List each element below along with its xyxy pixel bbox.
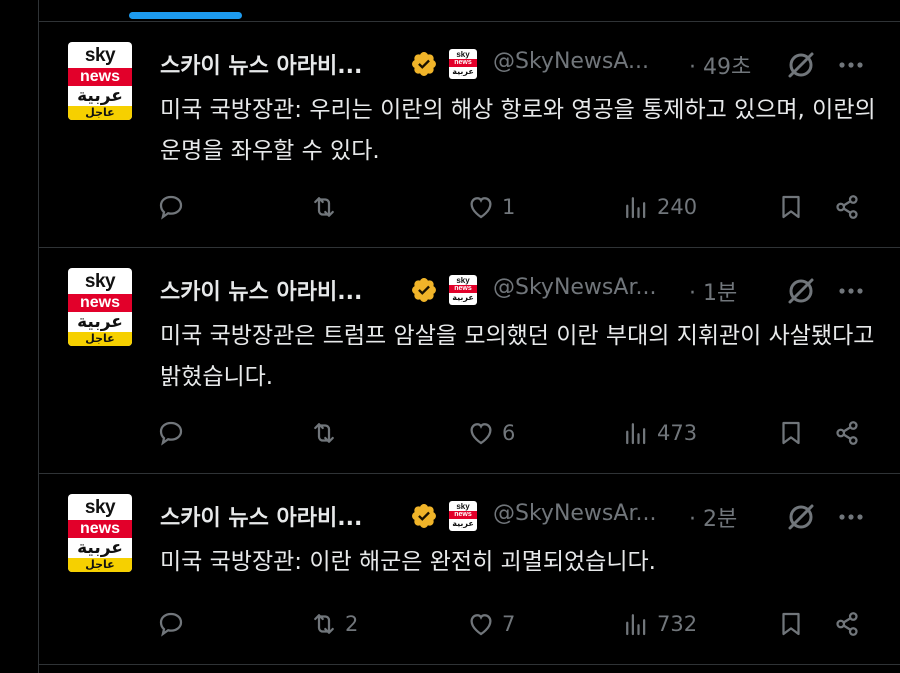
like-icon (470, 614, 492, 636)
timestamp[interactable]: · 1분 (689, 275, 737, 307)
avatar-arabic-text: عربية (77, 312, 123, 332)
affil-news-text: news (449, 285, 477, 293)
views-icon (626, 614, 646, 636)
tweet-text: 미국 국방장관: 이란 해군은 완전히 괴멸되었습니다. (160, 549, 656, 575)
avatar-sky-text: sky (84, 271, 116, 292)
reply-button[interactable] (156, 604, 192, 644)
like-icon (470, 423, 492, 445)
retweet-count: 2 (345, 612, 359, 636)
share-icon (836, 421, 858, 445)
avatar-sky-text: sky (84, 45, 116, 66)
grok-icon[interactable] (784, 48, 818, 82)
retweet-button[interactable] (309, 187, 345, 227)
affiliation-badge[interactable]: sky news عربية (449, 275, 477, 305)
handle[interactable]: @SkyNewsAr... (493, 501, 656, 526)
display-name[interactable]: 스카이 뉴스 아라비... (160, 274, 362, 306)
timestamp[interactable]: · 2분 (689, 501, 737, 533)
affil-arabic-text: عربية (452, 519, 474, 528)
avatar[interactable]: sky news عربية عاجل (68, 494, 132, 572)
active-tab-indicator (129, 12, 242, 19)
avatar-urgent-text: عاجل (68, 106, 132, 120)
reply-icon (159, 421, 183, 446)
display-name[interactable]: 스카이 뉴스 아라비... (160, 48, 362, 80)
avatar-urgent-text: عاجل (68, 558, 132, 572)
views-button[interactable]: 732 (621, 604, 697, 644)
tweet[interactable]: sky news عربية عاجل 스카이 뉴스 아라비... sky ne… (39, 22, 900, 248)
reply-button[interactable] (156, 187, 192, 227)
action-bar: 6 473 (156, 413, 876, 453)
avatar-urgent-text: عاجل (68, 332, 132, 346)
grok-icon[interactable] (784, 274, 818, 308)
retweet-icon (314, 614, 334, 634)
retweet-button[interactable] (309, 413, 345, 453)
avatar[interactable]: sky news عربية عاجل (68, 268, 132, 346)
views-count: 732 (657, 612, 698, 636)
timestamp[interactable]: · 49초 (689, 49, 751, 81)
affil-sky-text: sky (456, 276, 470, 285)
affil-arabic-text: عربية (452, 293, 474, 302)
reply-icon (159, 612, 183, 637)
bookmark-icon (782, 612, 800, 636)
tweet[interactable]: sky news عربية عاجل 스카이 뉴스 아라비... sky ne… (39, 474, 900, 665)
affil-sky-text: sky (456, 502, 470, 511)
like-count: 1 (502, 195, 516, 219)
avatar-news-text: news (68, 294, 132, 312)
like-count: 7 (502, 612, 516, 636)
views-icon (626, 423, 646, 445)
avatar[interactable]: sky news عربية عاجل (68, 42, 132, 120)
verified-badge-icon[interactable] (410, 276, 438, 304)
affil-news-text: news (449, 511, 477, 519)
like-icon (470, 197, 492, 219)
affiliation-badge[interactable]: sky news عربية (449, 49, 477, 79)
bookmark-button[interactable] (776, 187, 806, 227)
views-count: 240 (657, 195, 698, 219)
share-button[interactable] (832, 187, 862, 227)
views-icon (626, 197, 646, 219)
affil-arabic-text: عربية (452, 67, 474, 76)
more-icon[interactable] (834, 274, 868, 308)
like-count: 6 (502, 421, 516, 445)
reply-button[interactable] (156, 413, 192, 453)
views-button[interactable]: 240 (621, 187, 697, 227)
tweet[interactable]: sky news عربية عاجل 스카이 뉴스 아라비... sky ne… (39, 248, 900, 474)
bookmark-icon (782, 195, 800, 219)
bookmark-icon (782, 421, 800, 445)
more-icon[interactable] (834, 48, 868, 82)
avatar-news-text: news (68, 68, 132, 86)
retweet-button[interactable]: 2 (309, 604, 358, 644)
like-button[interactable]: 1 (466, 187, 515, 227)
display-name[interactable]: 스카이 뉴스 아라비... (160, 500, 362, 532)
tweet-text: 미국 국방장관은 트럼프 암살을 모의했던 이란 부대의 지휘관이 사살됐다고 … (160, 323, 875, 390)
more-icon[interactable] (834, 500, 868, 534)
share-button[interactable] (832, 604, 862, 644)
share-button[interactable] (832, 413, 862, 453)
views-button[interactable]: 473 (621, 413, 697, 453)
like-button[interactable]: 6 (466, 413, 515, 453)
share-icon (836, 195, 858, 219)
grok-icon[interactable] (784, 500, 818, 534)
handle[interactable]: @SkyNewsAr... (493, 275, 656, 300)
affiliation-badge[interactable]: sky news عربية (449, 501, 477, 531)
reply-icon (159, 195, 183, 220)
handle[interactable]: @SkyNewsA... (493, 49, 649, 74)
views-count: 473 (657, 421, 698, 445)
bookmark-button[interactable] (776, 604, 806, 644)
avatar-arabic-text: عربية (77, 538, 123, 558)
verified-badge-icon[interactable] (410, 502, 438, 530)
retweet-icon (314, 423, 334, 443)
action-bar: 2 7 732 (156, 604, 876, 644)
avatar-arabic-text: عربية (77, 86, 123, 106)
affil-news-text: news (449, 59, 477, 67)
tweet-text: 미국 국방장관: 우리는 이란의 해상 항로와 영공을 통제하고 있으며, 이란… (160, 97, 876, 164)
avatar-news-text: news (68, 520, 132, 538)
retweet-icon (314, 197, 334, 217)
like-button[interactable]: 7 (466, 604, 515, 644)
avatar-sky-text: sky (84, 497, 116, 518)
verified-badge-icon[interactable] (410, 50, 438, 78)
bookmark-button[interactable] (776, 413, 806, 453)
action-bar: 1 240 (156, 187, 876, 227)
affil-sky-text: sky (456, 50, 470, 59)
share-icon (836, 612, 858, 636)
